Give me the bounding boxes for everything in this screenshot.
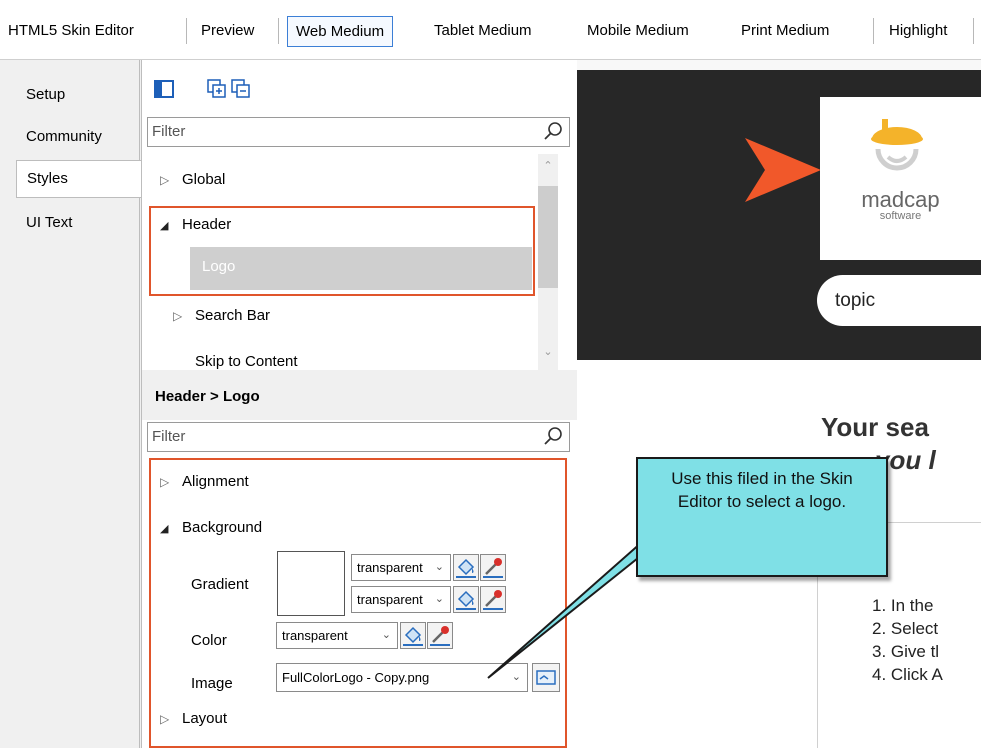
scroll-up-icon[interactable]: ⌃	[542, 160, 554, 172]
property-filter-placeholder: Filter	[152, 428, 186, 445]
step-item: 1. In the	[872, 596, 934, 615]
tab-print-medium[interactable]: Print Medium	[741, 16, 829, 46]
property-filter-input[interactable]: Filter	[147, 422, 570, 452]
property-group-layout[interactable]: ▷ Layout	[160, 699, 227, 739]
expand-all-icon[interactable]	[207, 79, 227, 99]
step-item: 2. Select	[872, 619, 939, 638]
gradient-start-select[interactable]: transparent ⌄	[351, 554, 451, 581]
toggle-panel-icon[interactable]	[154, 79, 174, 99]
property-group-label: Layout	[182, 710, 228, 727]
gradient-preview-swatch	[277, 551, 345, 616]
step-item: 3. Give tl	[872, 642, 940, 661]
image-label: Image	[191, 675, 233, 692]
tree-item-label: Search Bar	[195, 307, 271, 324]
breadcrumb: Header > Logo	[142, 370, 578, 420]
tree-item-label: Global	[182, 171, 226, 188]
tab-separator	[186, 18, 187, 44]
tab-highlight[interactable]: Highlight	[889, 16, 947, 46]
expand-arrow-icon: ▷	[173, 309, 183, 323]
color-picker-button[interactable]	[400, 622, 426, 649]
select-value: FullColorLogo - Copy.png	[282, 670, 430, 685]
logo-brand-subtext: software	[879, 210, 922, 222]
tree-item-search-bar[interactable]: ▷ Search Bar	[173, 296, 270, 336]
tab-web-medium[interactable]: Web Medium	[287, 16, 394, 47]
select-value: transparent	[357, 560, 423, 575]
preview-search-input[interactable]: topic	[817, 275, 981, 326]
property-group-label: Alignment	[182, 473, 249, 490]
color-picker-button[interactable]	[453, 554, 479, 581]
property-group-label: Background	[182, 519, 263, 536]
select-value: transparent	[282, 628, 348, 643]
tree-filter-placeholder: Filter	[152, 123, 186, 140]
chevron-down-icon: ⌄	[434, 561, 444, 573]
chevron-down-icon: ⌄	[434, 593, 444, 605]
scroll-down-icon[interactable]: ⌄	[542, 346, 554, 358]
tab-separator	[973, 18, 974, 44]
tree-item-label: Skip to Content	[195, 353, 298, 370]
callout-box: Use this filed in the Skin Editor to sel…	[636, 457, 888, 577]
side-tab-setup[interactable]: Setup	[16, 80, 138, 110]
madcap-logo-icon	[871, 119, 923, 171]
eyedropper-icon	[430, 626, 450, 646]
tab-tablet-medium[interactable]: Tablet Medium	[434, 16, 532, 46]
step-item: 4. Click A	[872, 665, 943, 684]
color-label: Color	[191, 632, 227, 649]
logo-box: madcap software	[820, 97, 981, 260]
side-tab-community[interactable]: Community	[16, 122, 138, 152]
side-tab-bar: Setup Community Styles UI Text	[0, 60, 141, 748]
preview-title: Your sea	[821, 412, 929, 442]
top-tab-bar: HTML5 Skin Editor Preview Web Medium Tab…	[0, 0, 981, 60]
callout-joint-cover	[638, 540, 660, 555]
color-select[interactable]: transparent ⌄	[276, 622, 398, 649]
tab-mobile-medium[interactable]: Mobile Medium	[587, 16, 689, 46]
expand-arrow-icon: ▷	[160, 712, 170, 726]
paint-bucket-icon	[456, 590, 476, 610]
search-icon	[544, 427, 562, 445]
property-group-background[interactable]: ◢ Background	[160, 508, 262, 548]
paint-bucket-icon	[403, 626, 423, 646]
tree-filter-input[interactable]: Filter	[147, 117, 570, 147]
tab-separator	[278, 18, 279, 44]
color-picker-button[interactable]	[453, 586, 479, 613]
gradient-end-select[interactable]: transparent ⌄	[351, 586, 451, 613]
tree-item-skip-to-content[interactable]: Skip to Content	[195, 342, 298, 370]
callout-text: Use this filed in the Skin Editor to sel…	[671, 469, 853, 511]
expand-arrow-icon: ▷	[160, 475, 170, 489]
expand-arrow-icon: ▷	[160, 173, 170, 187]
tree-scrollbar[interactable]: ⌃ ⌄	[538, 154, 558, 370]
tab-preview[interactable]: Preview	[201, 16, 254, 46]
search-icon	[544, 122, 562, 140]
arrow-pointer-icon	[745, 138, 821, 202]
collapse-arrow-icon: ◢	[160, 523, 169, 535]
gradient-label: Gradient	[191, 576, 249, 593]
header-highlight-box	[149, 206, 535, 296]
chevron-down-icon: ⌄	[381, 629, 391, 641]
side-tab-styles[interactable]: Styles	[16, 160, 141, 198]
tab-separator	[873, 18, 874, 44]
eyedropper-button[interactable]	[427, 622, 453, 649]
property-group-alignment[interactable]: ▷ Alignment	[160, 462, 249, 502]
scrollbar-thumb[interactable]	[538, 186, 558, 288]
select-value: transparent	[357, 592, 423, 607]
collapse-all-icon[interactable]	[231, 79, 251, 99]
tab-html5-skin-editor[interactable]: HTML5 Skin Editor	[8, 16, 134, 46]
paint-bucket-icon	[456, 558, 476, 578]
preview-header: madcap software topic	[577, 70, 981, 360]
side-tab-ui-text[interactable]: UI Text	[16, 208, 138, 238]
tree-item-global[interactable]: ▷ Global	[160, 160, 225, 200]
